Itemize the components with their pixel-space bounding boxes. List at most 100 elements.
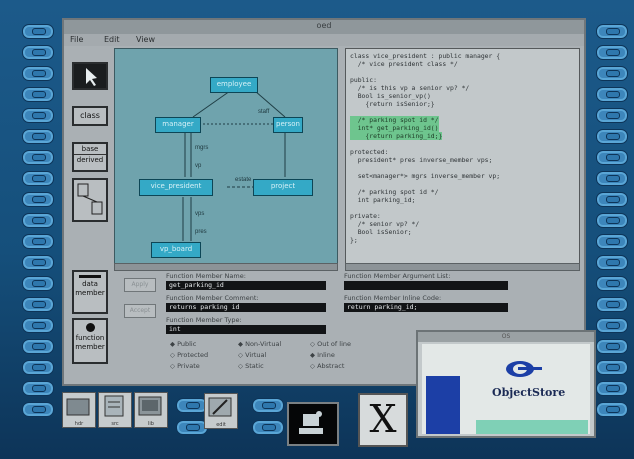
objectstore-window-title: OS [501,333,511,340]
desktop: oed File Edit View class base derived da… [0,0,634,459]
inline-code-field[interactable]: return parking_id; [344,303,508,312]
code-line: Bool is_senior_vp() [350,92,431,100]
code-line: /* is this vp a senior vp? */ [350,84,470,92]
radio-static-label: Static [245,362,264,370]
radio-private[interactable]: ◇ Private [170,362,200,370]
radio-private-label: Private [177,362,200,370]
document-icon [104,395,124,417]
code-line: {return parking_id;} [350,132,443,140]
data-member-label-1: data [82,280,98,288]
bezel-button-icon [596,66,628,81]
bezel-button-icon [596,171,628,186]
function-name-field[interactable]: get_parking_id [166,281,326,290]
code-line: int parking_id; [350,196,416,204]
radio-virtual[interactable]: ◇ Virtual [238,351,266,359]
bezel-button-icon [596,276,628,291]
argument-list-field[interactable] [344,281,508,290]
menu-view[interactable]: View [136,35,155,44]
bezel-button-icon [22,24,54,39]
dock-item-folder[interactable]: hdr [62,392,96,428]
workstation-icon [299,411,323,434]
pointer-tool-button[interactable] [72,62,108,90]
bezel-button-icon [22,381,54,396]
menu-edit[interactable]: Edit [104,35,120,44]
class-node-vice-president[interactable]: vice_president [139,179,213,196]
x-window-icon[interactable]: X [358,393,408,447]
dock-item-editor[interactable]: edit [204,393,238,429]
code-line: set<manager*> mgrs inverse_member vp; [350,172,501,180]
class-node-person[interactable]: person [273,117,303,133]
radio-non-virtual[interactable]: ◆ Non-Virtual [238,340,281,348]
radio-inline-label: Inline [317,351,335,359]
class-diagram-canvas[interactable]: staff mgrs vp vps pres estate employee m… [114,48,338,264]
base-derived-tool-button[interactable]: base derived [72,142,108,172]
code-line: /* parking spot id */ [350,116,439,124]
class-tool-button[interactable]: class [72,106,108,126]
menu-file[interactable]: File [70,35,83,44]
bezel-button-icon [22,150,54,165]
class-node-vp-board[interactable]: vp_board [151,242,201,258]
bezel-button-icon [22,402,54,417]
bezel-button-icon [22,255,54,270]
radio-protected[interactable]: ◇ Protected [170,351,208,359]
class-node-manager[interactable]: manager [155,117,201,133]
arrow-pointer-icon [86,68,97,86]
dock-label: lib [148,421,154,427]
relationship-icon [77,183,103,215]
radio-out-of-line[interactable]: ◇ Out of line [310,340,351,348]
function-member-label-1: function [75,334,105,342]
radio-public[interactable]: ◆ Public [170,340,196,348]
radio-static[interactable]: ◇ Static [238,362,264,370]
bezel-button-icon [22,129,54,144]
title-bar[interactable]: oed [64,20,584,35]
dock-item-document[interactable]: src [98,392,132,428]
bezel-button-icon [596,360,628,375]
menu-bar: File Edit View [64,34,584,46]
bezel-button-icon [596,255,628,270]
bezel-button-icon [22,276,54,291]
radio-out-of-line-label: Out of line [317,340,351,348]
objectstore-splash: ObjectStore [422,344,590,434]
edge-label-mgrs: mgrs [195,145,208,151]
code-line: int* get_parking_id() [350,124,439,132]
class-node-employee[interactable]: employee [210,77,258,93]
data-member-label-2: member [75,289,105,297]
bezel-button-icon [22,360,54,375]
arglist-label: Function Member Argument List: [344,272,451,280]
dock-label: src [111,421,119,427]
function-member-tool-button[interactable]: function member [72,318,108,364]
radio-abstract[interactable]: ◇ Abstract [310,362,344,370]
dock-item-selected[interactable] [287,402,339,446]
function-member-icon [85,323,95,332]
name-label: Function Member Name: [166,272,246,280]
objectstore-title-bar[interactable]: OS [418,332,594,342]
relationship-tool-button[interactable] [72,178,108,222]
brand-green-block [476,420,588,434]
edge-label-vp: vp [195,163,202,169]
code-line: private: [350,212,381,220]
bezel-button-icon [22,45,54,60]
accept-button[interactable]: Accept [124,304,156,318]
function-type-field[interactable]: int [166,325,326,334]
radio-virtual-label: Virtual [245,351,267,359]
objectstore-brand: ObjectStore [492,386,566,399]
source-code-panel[interactable]: class vice_president : public manager { … [345,48,580,264]
bezel-button-icon [22,192,54,207]
bezel-button-icon [22,213,54,228]
bezel-button-icon [22,87,54,102]
bezel-button-icon [596,339,628,354]
code-line: /* senior vp? */ [350,220,420,228]
class-node-project[interactable]: project [253,179,313,196]
radio-inline[interactable]: ◆ Inline [310,351,335,359]
dock-item-terminal[interactable]: lib [134,392,168,428]
function-comment-field[interactable]: returns parking id [166,303,326,312]
bezel-button-icon [596,192,628,207]
edge-label-staff: staff [258,109,270,115]
code-line: class vice_president : public manager { [350,52,501,60]
type-label: Function Member Type: [166,316,242,324]
radio-non-virtual-label: Non-Virtual [245,340,282,348]
apply-button[interactable]: Apply [124,278,156,292]
bezel-button-icon [596,87,628,102]
data-member-tool-button[interactable]: data member [72,270,108,314]
bezel-button-icon [596,297,628,312]
